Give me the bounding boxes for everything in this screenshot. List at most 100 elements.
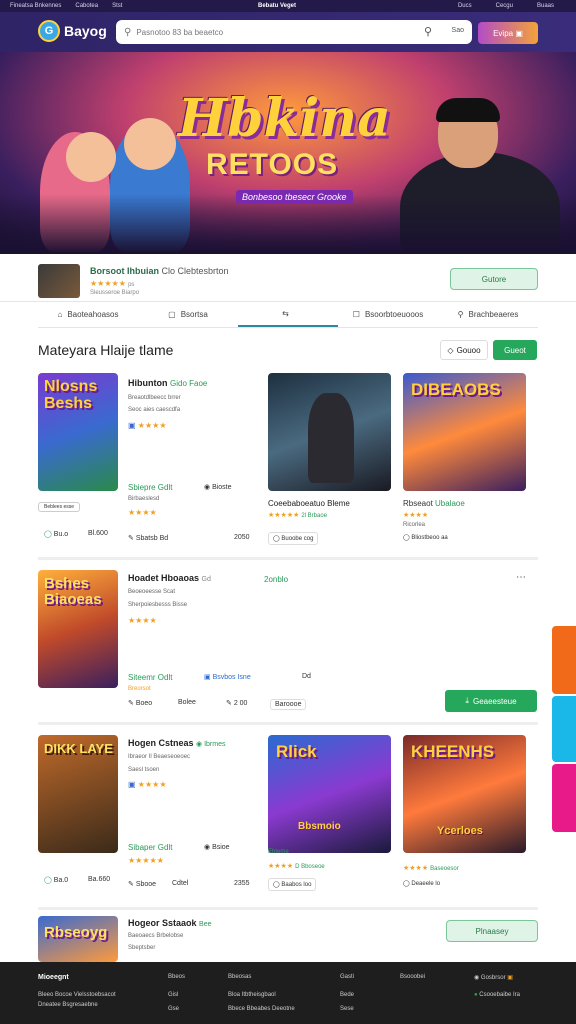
game-card-button[interactable]: ◯ Bliostbeoo aa — [403, 534, 448, 541]
side-tab-cyan[interactable] — [552, 696, 576, 762]
game-card-button-label: Deaeele lo — [411, 881, 441, 887]
game-cover-title: Bshes Biaoeas — [44, 575, 102, 608]
side-tab-orange[interactable] — [552, 626, 576, 694]
game-stars: ★★★★ — [137, 780, 167, 789]
game-sub-button[interactable]: ◉ Bioste — [204, 483, 232, 491]
tab-search[interactable]: ⚲ Brachbeaeres — [438, 302, 538, 327]
footer-contact[interactable]: ◉ Gosbrsor ▣ — [474, 974, 513, 981]
home-icon: ⌂ — [57, 310, 63, 319]
footer-link[interactable]: Sese — [340, 1006, 354, 1012]
footer-link[interactable]: Gisl — [168, 992, 178, 998]
game-card-rating: ★★★★ D Bboseoe — [268, 862, 325, 870]
download-button[interactable]: ⤓ Geaeesteue — [445, 690, 537, 712]
badge-icon: ▣ — [507, 975, 513, 981]
top-link-3[interactable]: Stst — [112, 3, 122, 9]
game-card-button[interactable]: ◯ Deaeele lo — [403, 880, 440, 887]
game-sub-button-label: Bsioe — [212, 844, 230, 851]
game-rating: ▣ ★★★★ — [128, 421, 166, 430]
search-submit-icon[interactable]: ⚲ — [424, 25, 432, 38]
platform-icon: ▣ — [128, 780, 136, 789]
filter-button[interactable]: ◇ Gouoo — [440, 340, 488, 360]
game-card-title[interactable]: Coeebaboeatuo Bleme — [268, 499, 350, 508]
top-right-3[interactable]: Buaas — [537, 3, 554, 9]
game-tag-text: Ibrmes — [204, 741, 226, 748]
section-go-button[interactable]: Gueot — [493, 340, 537, 360]
game-card-button[interactable]: ◯ Baabos loo — [268, 878, 317, 891]
game-meta: ✎ 2 00 — [226, 699, 247, 707]
game-title[interactable]: Hoadet Hboaoas Gd — [128, 573, 211, 583]
top-link-2[interactable]: Cabotea — [75, 3, 98, 9]
game-card-art-sub: Bbsmoio — [298, 821, 341, 832]
game-meta: ✎ Sbatsb Bd — [128, 534, 168, 542]
hero-banner[interactable]: Hbkina RETOOS Bonbesoo tbesecr Grooke — [0, 52, 576, 254]
side-tab-pink[interactable] — [552, 764, 576, 832]
footer-link[interactable]: Gse — [168, 1006, 179, 1012]
game-title[interactable]: Hibunton Gido Faoe — [128, 378, 207, 388]
footer-contact-2[interactable]: ● Csooebaibe Ira — [474, 992, 520, 998]
game-title[interactable]: Hogeor Sstaaok Bee — [128, 918, 212, 928]
game-card-art-title: Rlick — [276, 742, 317, 761]
download-icon: ⤓ — [465, 696, 469, 705]
footer-link[interactable]: Bede — [340, 992, 354, 998]
game-card-stars: ★★★★★ — [268, 512, 300, 519]
search-placeholder: Pasnotoo 83 ba beaetco — [136, 27, 224, 37]
game-card-title[interactable]: Rbseaot Ubalaoe — [403, 499, 465, 508]
game-card[interactable]: Rlick Bbsmoio — [268, 735, 391, 853]
play-button[interactable]: Plnaasey — [446, 920, 538, 942]
game-card-button-label: Baabos loo — [281, 882, 312, 888]
game-line: Ibraeor Il Beaeseoeoec — [128, 754, 191, 760]
game-card[interactable]: KHEENHS Ycerloes — [403, 735, 526, 853]
logo[interactable]: G Bayog — [38, 20, 107, 42]
footer-contact-text: Gosbrsor — [480, 975, 506, 981]
game-line: Saesl tsoen — [128, 767, 160, 773]
tab-category[interactable]: ▢ Bsortsa — [138, 302, 238, 327]
more-icon[interactable]: ⋯ — [516, 572, 526, 583]
game-line: Baeoaecs Brbelobse — [128, 933, 184, 939]
tag-icon: ◉ — [204, 844, 211, 851]
meta-icon: ◯ — [44, 531, 52, 538]
filter-label: Gouoo — [456, 345, 481, 355]
game-cover[interactable]: DIKK LAYE — [38, 735, 118, 853]
game-rating-2: ★★★★★ — [128, 856, 164, 865]
tab-home[interactable]: ⌂ Baoteahoasos — [38, 302, 138, 327]
featured-item: Borsoot Ihbuian Clo Clebtesbrton ★★★★★ p… — [0, 254, 576, 302]
game-sub-button[interactable]: ◉ Bsioe — [204, 843, 230, 851]
top-right-1[interactable]: Ducs — [458, 3, 472, 9]
game-sub[interactable]: Sbiepre Gdlt — [128, 483, 172, 492]
game-title-text: Hibunton — [128, 378, 168, 388]
featured-title-text: Borsoot Ihbuian — [90, 266, 159, 276]
game-sub[interactable]: Sibaper Gdlt — [128, 843, 172, 852]
featured-title[interactable]: Borsoot Ihbuian Clo Clebtesbrton — [90, 266, 229, 276]
game-line: Seoc aies caescdfa — [128, 407, 181, 413]
game-card-rating: ★★★★ — [403, 512, 429, 519]
hero-character-face — [66, 132, 116, 182]
featured-get-button[interactable]: Gutore — [450, 268, 538, 290]
game-cover[interactable]: Rbseoyg — [38, 916, 118, 962]
game-rating: ▣ ★★★★ — [128, 780, 166, 789]
featured-rating-tail: ps — [128, 282, 135, 288]
game-price: Bl.600 — [88, 530, 108, 537]
game-meta: ◯ Bu.o — [44, 530, 68, 538]
footer-link[interactable]: Bloa Itbtheisgbaol — [228, 992, 276, 998]
game-card[interactable] — [268, 373, 391, 491]
game-card-button[interactable]: ◯ Buoobe cog — [268, 532, 319, 545]
game-cover[interactable]: Bshes Biaoeas — [38, 570, 118, 688]
featured-thumbnail[interactable] — [38, 264, 80, 298]
footer-link[interactable]: Bbece Bbeabes Deeotne — [228, 1006, 295, 1012]
header-action-button[interactable]: Evipa ▣ — [478, 22, 538, 44]
search-input[interactable]: ⚲ Pasnotoo 83 ba beaetco ⚲ Sao — [116, 20, 472, 44]
game-card[interactable]: DIBEAOBS — [403, 373, 526, 491]
game-sub-4: Breorsot — [128, 686, 151, 692]
game-line: Sbeptsber — [128, 945, 156, 951]
grid-icon: ▢ — [168, 310, 176, 319]
platform-icon: ▣ — [128, 421, 136, 430]
top-link-1[interactable]: Fineatsa Bnkennes — [10, 3, 61, 9]
game-title[interactable]: Hogen Cstneas ◉ Ibrmes — [128, 738, 226, 748]
game-sub[interactable]: Siteemr Odlt — [128, 673, 172, 682]
top-right-2[interactable]: Cecgu — [496, 3, 513, 9]
tab-active[interactable]: ⇆ — [238, 302, 338, 327]
category-tabs: ⌂ Baoteahoasos ▢ Bsortsa ⇆ ☐ Bsoorbtoeuooos… — [38, 302, 538, 328]
tab-collections[interactable]: ☐ Bsoorbtoeuooos — [338, 302, 438, 327]
game-cover[interactable]: Nlosns Beshs — [38, 373, 118, 491]
search-scope[interactable]: Sao — [452, 27, 464, 34]
